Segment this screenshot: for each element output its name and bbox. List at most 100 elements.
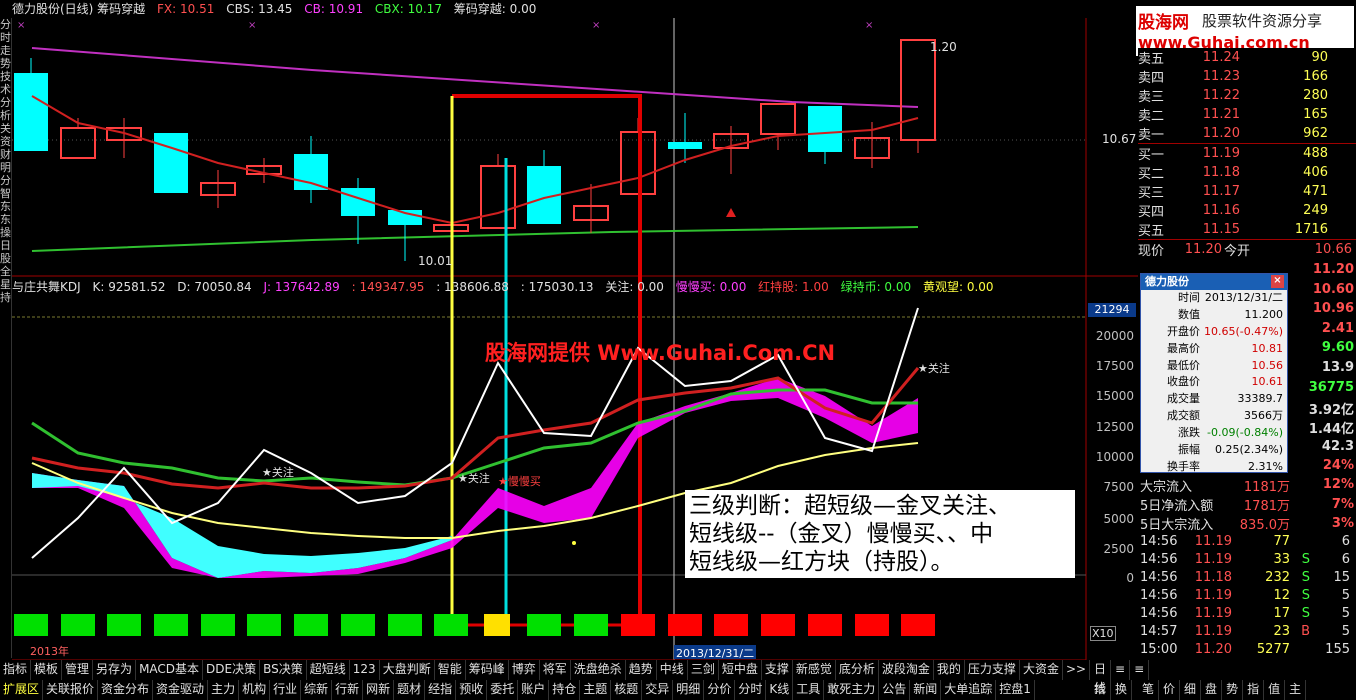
tab-button[interactable]: 行业 (270, 680, 302, 700)
tick-f: S (1301, 570, 1310, 585)
kdj-mmm: 慢慢买: 0.00 (675, 280, 747, 294)
tab-button[interactable]: 扩展区 (0, 680, 44, 700)
tab-button[interactable]: 行新 (332, 680, 364, 700)
left-function-strip[interactable]: 分时走势技术分析关资财明分智东东操日股全星持 (0, 18, 12, 658)
tab-button[interactable]: 控盘1 (996, 680, 1035, 700)
sell-level-row[interactable]: 卖五 11.24 90 (1138, 48, 1356, 67)
buy-level-row[interactable]: 买四 11.16 249 (1138, 201, 1356, 220)
tick-list: 14:56 11.19 77 6 14:56 11.19 33 S 6 14:56 11.18 232… (1140, 534, 1356, 660)
tick-p: 11.19 (1194, 552, 1232, 567)
side-tab-button[interactable]: 价 (1159, 680, 1181, 700)
tab-button[interactable]: 持仓 (549, 680, 581, 700)
tab-button[interactable]: 公告 (879, 680, 911, 700)
side-tab-button[interactable]: 细 (1180, 680, 1202, 700)
tab-button[interactable]: 机构 (239, 680, 271, 700)
tab-button[interactable]: 博弈 (509, 660, 540, 680)
side-tab-button[interactable]: 指 (1243, 680, 1265, 700)
tab-button[interactable]: 压力支撑 (965, 660, 1020, 680)
tab-button[interactable]: 大资金 (1020, 660, 1063, 680)
tab-button[interactable]: 委托 (487, 680, 519, 700)
tab-button[interactable]: MACD基本 (136, 660, 204, 680)
data-tooltip-popup[interactable]: 德力股份 × 时间 2013/12/31/二 数值 11.200 开盘价 10.65(-0.… (1140, 273, 1288, 490)
sell-level-row[interactable]: 卖四 11.23 166 (1138, 67, 1356, 86)
tab-button[interactable]: 模板 (31, 660, 63, 680)
tick-n: 5 (1341, 606, 1350, 621)
cmcy-value: 筹码穿越: 0.00 (453, 2, 537, 16)
tab-button[interactable]: 三剑 (688, 660, 719, 680)
tab-button[interactable]: 短中盘 (719, 660, 762, 680)
tab-button[interactable]: >> (1063, 660, 1091, 680)
level-price: 11.17 (1202, 184, 1240, 199)
tab-button[interactable]: 筹码峰 (466, 660, 509, 680)
tab-button[interactable]: K线 (766, 680, 794, 700)
side-tab-button[interactable]: 拾 (1090, 680, 1112, 700)
tab-button[interactable]: 123 (350, 660, 380, 680)
tab-button[interactable]: 趋势 (626, 660, 657, 680)
buy-level-row[interactable]: 买三 11.17 471 (1138, 182, 1356, 201)
tab-button[interactable]: 资金分布 (98, 680, 154, 700)
close-icon[interactable]: × (1271, 275, 1284, 288)
side-tab-button[interactable]: 盘 (1201, 680, 1223, 700)
side-tab-button[interactable]: ≡ (1130, 660, 1150, 680)
tab-button[interactable]: 另存为 (93, 660, 137, 680)
popup-value: 10.61 (1251, 375, 1284, 389)
tab-button[interactable]: 综新 (301, 680, 333, 700)
tab-button[interactable]: 指标 (0, 660, 32, 680)
buy-level-row[interactable]: 买五 11.15 1716 (1138, 220, 1356, 239)
tab-button[interactable]: 题材 (394, 680, 426, 700)
tab-button[interactable]: 中线 (657, 660, 688, 680)
buy-level-row[interactable]: 买二 11.18 406 (1138, 163, 1356, 182)
side-tab-button[interactable]: 笔 (1138, 680, 1160, 700)
tab-button[interactable]: 支撑 (762, 660, 793, 680)
tab-button[interactable]: 新感觉 (793, 660, 836, 680)
tab-button[interactable]: 底分析 (836, 660, 879, 680)
tab-button[interactable]: 预收 (456, 680, 488, 700)
buy-level-row[interactable]: 买一 11.19 488 (1138, 144, 1356, 163)
left-strip-char: 析 (0, 109, 11, 122)
tab-button[interactable]: 核题 (611, 680, 643, 700)
tab-button[interactable]: 经指 (425, 680, 457, 700)
side-tab-button[interactable]: 值 (1264, 680, 1286, 700)
tab-button[interactable]: 主力 (208, 680, 240, 700)
zoom-x10[interactable]: X10 (1090, 626, 1116, 641)
gz-label-1: ★关注 (262, 466, 294, 479)
tab-button[interactable]: BS决策 (260, 660, 307, 680)
side-tab-button[interactable]: 主 (1285, 680, 1307, 700)
ma-green-line (31, 226, 919, 252)
tab-button[interactable]: 洗盘绝杀 (571, 660, 626, 680)
candlesticks (14, 39, 936, 261)
tab-button[interactable]: 账户 (518, 680, 550, 700)
tab-button[interactable]: 智能 (435, 660, 466, 680)
side-tab-button[interactable]: 换 (1111, 680, 1133, 700)
tab-button[interactable]: 新闻 (910, 680, 942, 700)
tab-button[interactable]: 分价 (704, 680, 736, 700)
tab-button[interactable]: 交异 (642, 680, 674, 700)
tab-button[interactable]: 超短线 (307, 660, 350, 680)
tab-button[interactable]: 关联报价 (43, 680, 99, 700)
tab-button[interactable]: 波段淘金 (879, 660, 934, 680)
sell-level-row[interactable]: 卖一 11.20 962 (1138, 124, 1356, 143)
side-tab-button[interactable]: ≡ (1111, 660, 1131, 680)
side-tab-button[interactable]: 势 (1222, 680, 1244, 700)
tab-button[interactable]: 明细 (673, 680, 705, 700)
tab-button[interactable]: 管理 (62, 660, 94, 680)
tab-button[interactable]: 资金驱动 (153, 680, 209, 700)
tab-button[interactable]: DDE决策 (203, 660, 261, 680)
side-tab-button[interactable]: 日线 (1090, 660, 1112, 695)
sell-level-row[interactable]: 卖三 11.22 280 (1138, 86, 1356, 105)
tab-button[interactable]: 大盘判断 (380, 660, 435, 680)
tab-button[interactable]: 工具 (793, 680, 825, 700)
stock-chart-window: 德力股份(日线) 筹码穿越 FX: 10.51 CBS: 13.45 CB: 1… (0, 0, 1356, 700)
tab-button[interactable]: 我的 (934, 660, 965, 680)
tab-button[interactable]: 分时 (735, 680, 767, 700)
kdj-axis-tick: 2500 (1103, 542, 1134, 556)
tab-button[interactable]: 将军 (540, 660, 571, 680)
tab-button[interactable]: 大单追踪 (941, 680, 997, 700)
tab-button[interactable]: 主题 (580, 680, 612, 700)
tab-button[interactable]: 网新 (363, 680, 395, 700)
tab-button[interactable]: 敢死主力 (824, 680, 880, 700)
left-strip-char: 星 (0, 278, 11, 291)
tick-p: 11.18 (1194, 570, 1232, 585)
chart-title: 德力股份(日线) 筹码穿越 (12, 2, 146, 16)
sell-level-row[interactable]: 卖二 11.21 165 (1138, 105, 1356, 124)
